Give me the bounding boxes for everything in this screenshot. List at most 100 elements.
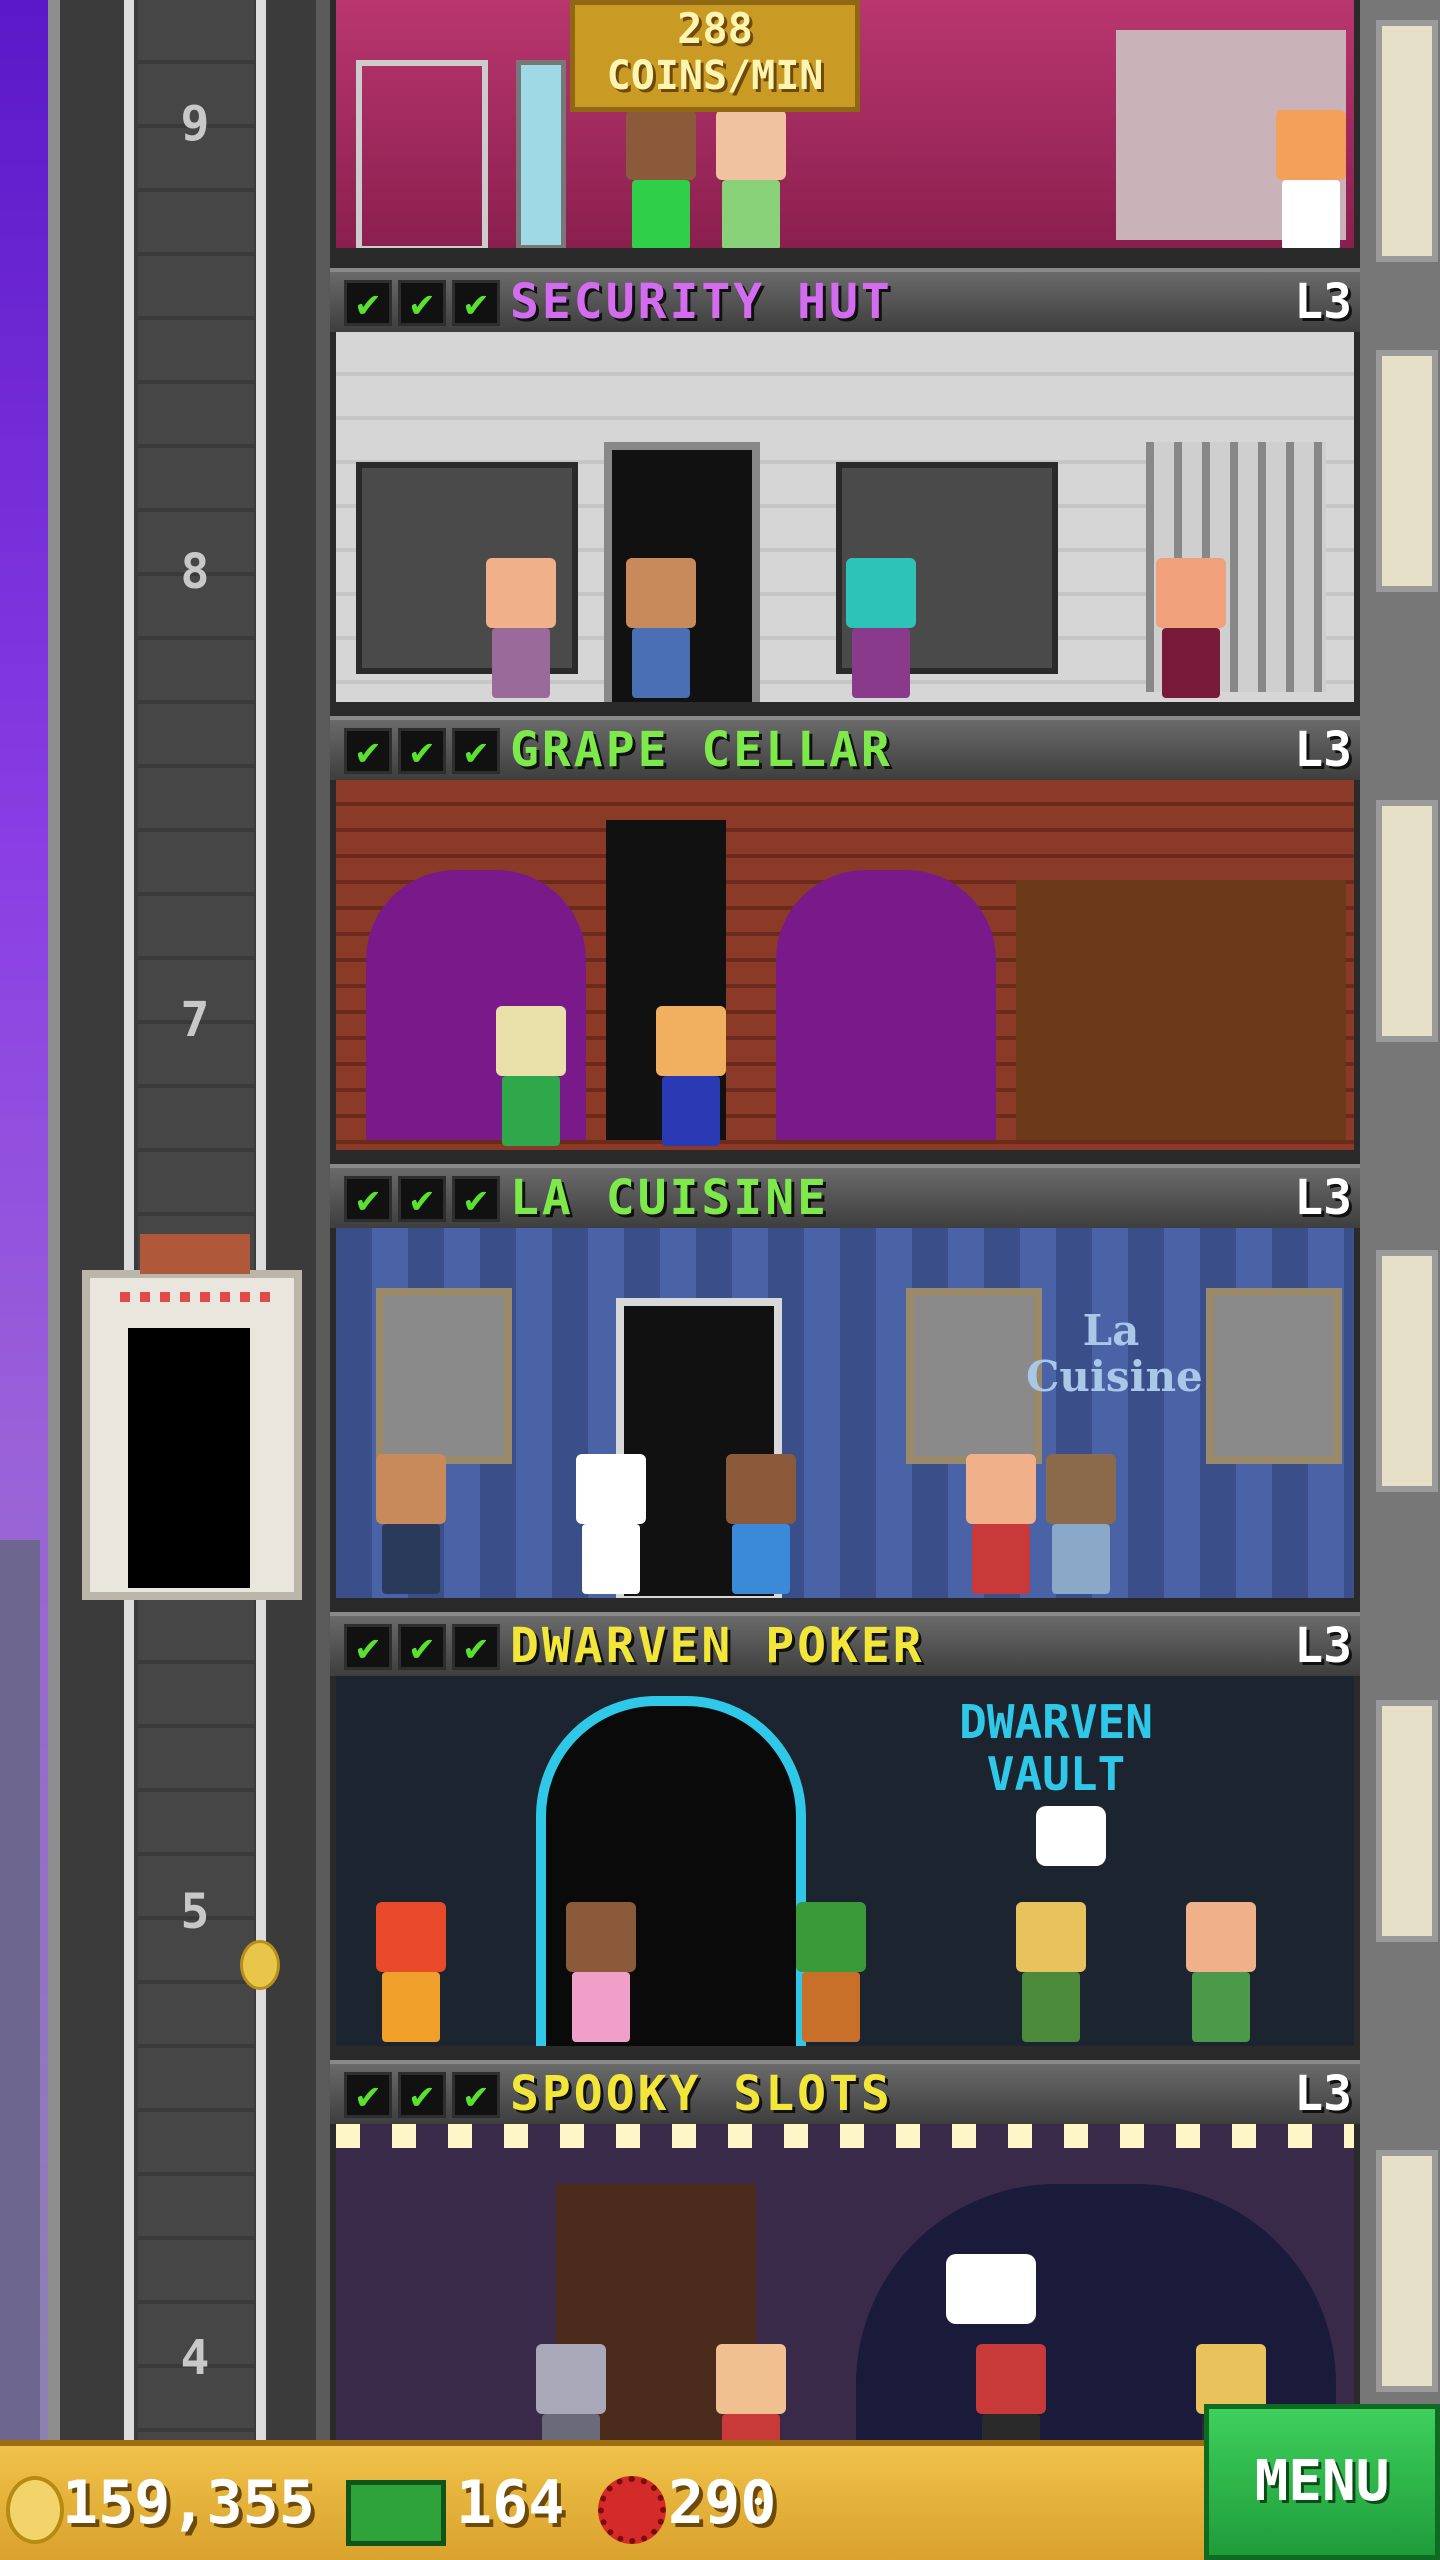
falling-coin-icon	[240, 1940, 280, 1990]
check-icon: ✔	[344, 280, 392, 326]
window	[1376, 800, 1438, 1042]
floor-number-7: 7	[180, 992, 210, 1048]
dwarven-vault-sign: DWARVEN VAULT	[959, 1695, 1153, 1801]
window	[1376, 1700, 1438, 1942]
room-level: L3	[1294, 722, 1352, 778]
upgrade-checks: ✔ ✔ ✔	[344, 280, 500, 326]
floor-number-8: 8	[180, 544, 210, 600]
marquee-lights	[336, 2124, 1354, 2148]
gem-count: 290	[668, 2468, 777, 2538]
coins-count: 159,355	[62, 2468, 315, 2538]
security-guard[interactable]	[626, 558, 696, 698]
bitizen[interactable]	[966, 1454, 1036, 1594]
bitizen[interactable]	[656, 1006, 726, 1146]
check-icon: ✔	[398, 728, 446, 774]
security-hut-room[interactable]	[336, 332, 1354, 702]
chef[interactable]	[576, 1454, 646, 1594]
wine-bar	[1016, 880, 1346, 1140]
spooky-slots-room[interactable]	[336, 2124, 1354, 2440]
check-icon: ✔	[344, 728, 392, 774]
room-name: DWARVEN POKER	[510, 1618, 925, 1674]
check-icon: ✔	[452, 2072, 500, 2118]
thought-bubble[interactable]	[946, 2254, 1036, 2324]
thought-bubble[interactable]	[1036, 1806, 1106, 1866]
room-name: LA CUISINE	[510, 1170, 829, 1226]
shaft-rail-left	[124, 0, 134, 2440]
bitizen[interactable]	[536, 2344, 606, 2440]
bitizen[interactable]	[976, 2344, 1046, 2440]
bitizen[interactable]	[1156, 558, 1226, 698]
shaft-rail-right	[256, 0, 266, 2440]
coins-rate-value: 288	[677, 4, 753, 53]
tower-floors: 288 COINS/MIN ✔ ✔ ✔ SECURITY HUT L3 ✔ ✔ …	[330, 0, 1360, 2440]
bitizen[interactable]	[1276, 110, 1346, 248]
elevator-shaft[interactable]	[48, 0, 330, 2440]
check-icon: ✔	[344, 2072, 392, 2118]
tower-right-wall	[1358, 0, 1440, 2440]
wine-rack	[776, 870, 996, 1140]
mirror	[516, 60, 566, 248]
bitizen[interactable]	[716, 2344, 786, 2440]
bitizen[interactable]	[486, 558, 556, 698]
bitizen[interactable]	[726, 1454, 796, 1594]
upgrade-checks: ✔ ✔ ✔	[344, 1176, 500, 1222]
window	[1376, 1250, 1438, 1492]
bitizen[interactable]	[1016, 1902, 1086, 2042]
elevator-cab-roof	[140, 1234, 250, 1274]
check-icon: ✔	[452, 1176, 500, 1222]
bitizen[interactable]	[626, 110, 696, 248]
check-icon: ✔	[452, 280, 500, 326]
grape-cellar-room[interactable]	[336, 780, 1354, 1150]
room-name: GRAPE CELLAR	[510, 722, 893, 778]
window	[1376, 2150, 1438, 2392]
coins-per-min-badge[interactable]: 288 COINS/MIN	[570, 0, 860, 112]
elevator-cab[interactable]	[82, 1234, 302, 1600]
check-icon: ✔	[452, 1624, 500, 1670]
upgrade-checks: ✔ ✔ ✔	[344, 2072, 500, 2118]
bitizen[interactable]	[846, 558, 916, 698]
window	[1376, 350, 1438, 592]
wall-painting	[1206, 1288, 1342, 1464]
upgrade-checks: ✔ ✔ ✔	[344, 1624, 500, 1670]
room-banner-dwarven-poker[interactable]: ✔ ✔ ✔ DWARVEN POKER L3	[330, 1612, 1360, 1676]
bitizen[interactable]	[1186, 1902, 1256, 2042]
room-banner-spooky-slots[interactable]: ✔ ✔ ✔ SPOOKY SLOTS L3	[330, 2060, 1360, 2124]
check-icon: ✔	[344, 1624, 392, 1670]
room-level: L3	[1294, 2066, 1352, 2122]
dwarven-poker-room[interactable]: DWARVEN VAULT	[336, 1676, 1354, 2046]
city-silhouette	[0, 1540, 40, 2440]
fire-dwarf[interactable]	[376, 1902, 446, 2042]
la-cuisine-room[interactable]: La Cuisine	[336, 1228, 1354, 1598]
bux-icon[interactable]	[346, 2480, 446, 2546]
floor-number-4: 4	[180, 2330, 210, 2386]
dwarf[interactable]	[796, 1902, 866, 2042]
bitizen[interactable]	[1046, 1454, 1116, 1594]
shaft-inner	[138, 0, 254, 2440]
wall-painting	[376, 1288, 512, 1464]
floor-number-5: 5	[180, 1884, 210, 1940]
room-level: L3	[1294, 1170, 1352, 1226]
check-icon: ✔	[398, 1624, 446, 1670]
check-icon: ✔	[398, 280, 446, 326]
clothes-rack	[356, 60, 488, 248]
menu-button[interactable]: MENU	[1204, 2404, 1440, 2560]
la-cuisine-sign: La Cuisine	[1026, 1306, 1203, 1401]
bitizen[interactable]	[566, 1902, 636, 2042]
wall-painting	[906, 1288, 1042, 1464]
bitizen[interactable]	[376, 1454, 446, 1594]
coin-icon	[6, 2476, 64, 2544]
bitizen[interactable]	[496, 1006, 566, 1146]
gem-icon	[598, 2476, 666, 2544]
check-icon: ✔	[452, 728, 500, 774]
room-name: SPOOKY SLOTS	[510, 2066, 893, 2122]
floor-number-9: 9	[180, 96, 210, 152]
room-banner-la-cuisine[interactable]: ✔ ✔ ✔ LA CUISINE L3	[330, 1164, 1360, 1228]
bitizen[interactable]	[716, 110, 786, 248]
room-banner-grape-cellar[interactable]: ✔ ✔ ✔ GRAPE CELLAR L3	[330, 716, 1360, 780]
coins-rate-unit: COINS/MIN	[606, 53, 824, 99]
room-level: L3	[1294, 1618, 1352, 1674]
check-icon: ✔	[398, 2072, 446, 2118]
check-icon: ✔	[344, 1176, 392, 1222]
room-banner-security-hut[interactable]: ✔ ✔ ✔ SECURITY HUT L3	[330, 268, 1360, 332]
upgrade-checks: ✔ ✔ ✔	[344, 728, 500, 774]
